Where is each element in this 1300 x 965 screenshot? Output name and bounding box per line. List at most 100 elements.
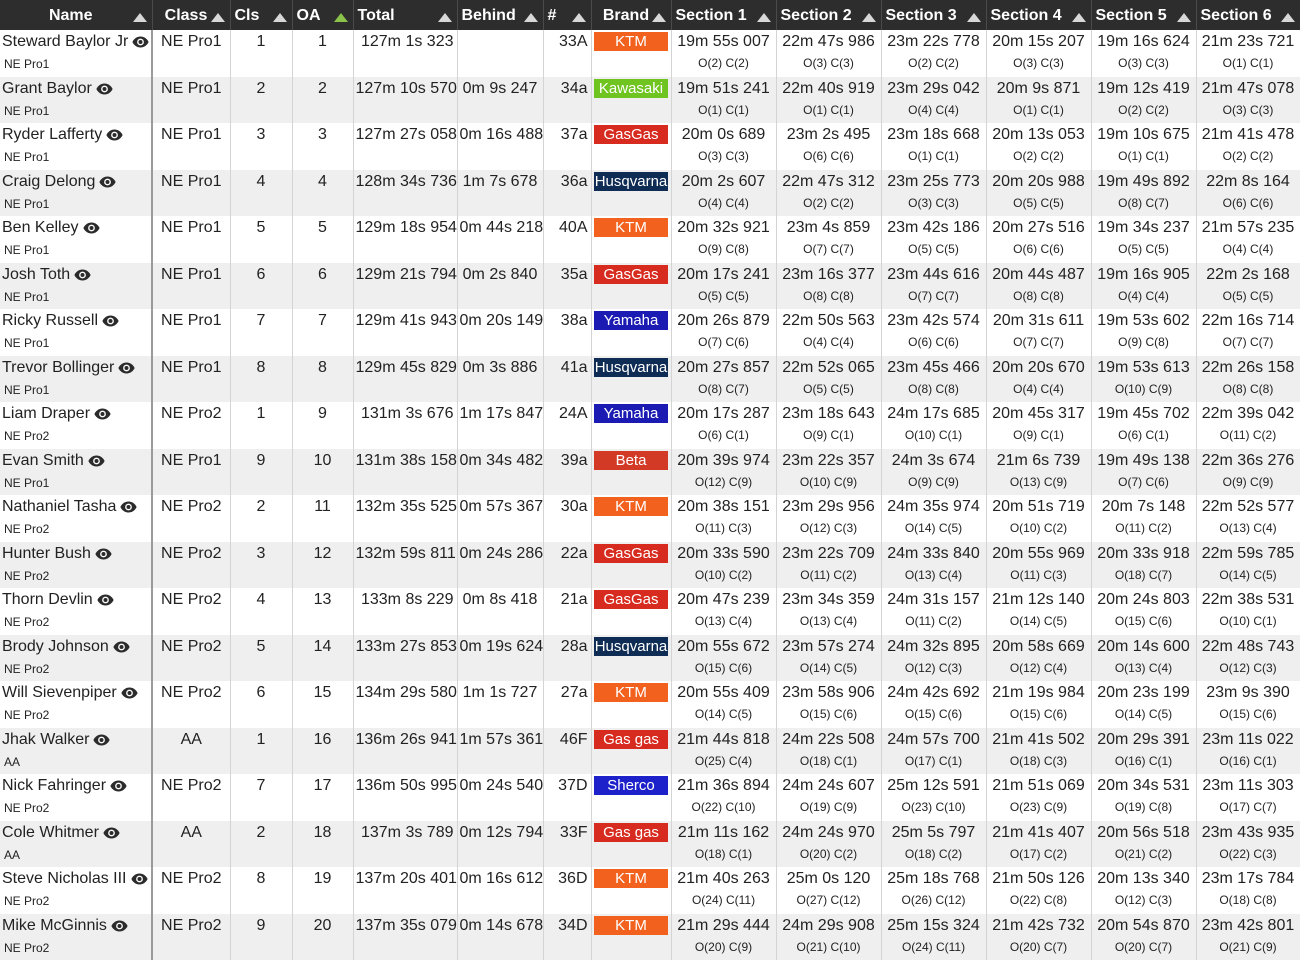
sort-arrow-icon[interactable]	[437, 13, 452, 22]
column-header-class[interactable]: Class	[152, 0, 231, 30]
rider-name-text[interactable]: Craig Delong	[2, 173, 95, 190]
column-header-section-5[interactable]: Section 5	[1091, 0, 1197, 30]
column-header-total[interactable]: Total	[353, 0, 458, 30]
eye-icon[interactable]	[94, 407, 111, 425]
overall-position-cell: 15	[292, 681, 354, 728]
column-header-section-1[interactable]: Section 1	[671, 0, 777, 30]
rider-name-text[interactable]: Cole Whitmer	[2, 824, 99, 841]
rider-name-text[interactable]: Ryder Lafferty	[2, 126, 102, 143]
rider-name[interactable]: Ricky Russell	[2, 312, 149, 332]
rider-name-text[interactable]: Hunter Bush	[2, 545, 91, 562]
rider-name-text[interactable]: Liam Draper	[2, 405, 90, 422]
section-time: 20m 27s 516	[992, 219, 1085, 236]
brand-cell: Yamaha	[591, 309, 672, 356]
eye-icon[interactable]	[132, 35, 149, 53]
sort-arrow-icon[interactable]	[1071, 13, 1086, 22]
column-header-cls[interactable]: Cls	[230, 0, 293, 30]
section-positions: O(3) C(3)	[1222, 102, 1274, 117]
rider-name[interactable]: Josh Toth	[2, 266, 149, 286]
column-header-oa[interactable]: OA	[292, 0, 354, 30]
total-time-cell: 128m 34s 736	[353, 169, 458, 216]
eye-icon[interactable]	[106, 128, 123, 146]
eye-icon[interactable]	[121, 686, 138, 704]
eye-icon[interactable]	[102, 314, 119, 332]
rider-name[interactable]: Craig Delong	[2, 173, 149, 193]
rider-name-text[interactable]: Ben Kelley	[2, 219, 79, 236]
column-header-section-2[interactable]: Section 2	[776, 0, 882, 30]
rider-name[interactable]: Liam Draper	[2, 405, 149, 425]
eye-icon[interactable]	[113, 640, 130, 658]
sort-arrow-icon[interactable]	[861, 13, 876, 22]
column-header-[interactable]: #	[543, 0, 592, 30]
eye-icon[interactable]	[82, 221, 100, 239]
rider-name-text[interactable]: Steve Nicholas III	[2, 870, 127, 887]
rider-name[interactable]: Mike McGinnis	[2, 917, 149, 937]
eye-icon[interactable]	[103, 826, 120, 844]
overall-position-cell: 4	[292, 169, 354, 216]
column-header-name[interactable]: Name	[0, 0, 153, 30]
section-time: 23m 2s 495	[786, 126, 871, 143]
eye-icon[interactable]	[88, 454, 105, 472]
rider-name-text[interactable]: Thorn Devlin	[2, 591, 93, 608]
sort-arrow-icon[interactable]	[651, 13, 666, 22]
rider-name-text[interactable]: Trevor Bollinger	[2, 359, 114, 376]
sort-arrow-icon[interactable]	[333, 13, 348, 22]
class-position: 1	[256, 730, 266, 748]
rider-name[interactable]: Nathaniel Tasha	[2, 498, 149, 518]
rider-name[interactable]: Steward Baylor Jr	[2, 33, 149, 53]
sort-arrow-icon[interactable]	[571, 13, 586, 22]
rider-name-text[interactable]: Josh Toth	[2, 266, 70, 283]
eye-icon[interactable]	[111, 919, 128, 937]
rider-name[interactable]: Nick Fahringer	[2, 777, 149, 797]
rider-name[interactable]: Ryder Lafferty	[2, 126, 149, 146]
rider-name[interactable]: Hunter Bush	[2, 545, 149, 565]
rider-name-text[interactable]: Steward Baylor Jr	[2, 33, 128, 50]
rider-name[interactable]: Grant Baylor	[2, 80, 149, 100]
rider-name[interactable]: Steve Nicholas III	[2, 870, 149, 890]
sort-arrow-icon[interactable]	[272, 13, 287, 22]
rider-name[interactable]: Evan Smith	[2, 452, 149, 472]
rider-name-text[interactable]: Grant Baylor	[2, 80, 92, 97]
eye-icon[interactable]	[93, 733, 111, 751]
rider-name-text[interactable]: Jhak Walker	[2, 731, 89, 748]
eye-icon[interactable]	[97, 593, 114, 611]
column-header-section-3[interactable]: Section 3	[881, 0, 987, 30]
eye-icon[interactable]	[110, 779, 127, 797]
eye-icon[interactable]	[130, 872, 148, 890]
sort-arrow-icon[interactable]	[210, 13, 225, 22]
sort-arrow-icon[interactable]	[756, 13, 771, 22]
rider-name[interactable]: Will Sievenpiper	[2, 684, 149, 704]
eye-icon[interactable]	[96, 82, 113, 100]
eye-icon[interactable]	[118, 361, 135, 379]
sort-arrow-icon[interactable]	[523, 13, 538, 22]
eye-icon[interactable]	[99, 175, 116, 193]
column-header-section-4[interactable]: Section 4	[986, 0, 1092, 30]
column-header-section-6[interactable]: Section 6	[1196, 0, 1300, 30]
rider-number-cell: 33F	[543, 820, 592, 867]
rider-name[interactable]: Trevor Bollinger	[2, 359, 149, 379]
section-positions: O(4) C(4)	[908, 102, 959, 117]
rider-name-text[interactable]: Mike McGinnis	[2, 917, 107, 934]
eye-icon[interactable]	[74, 268, 91, 286]
rider-name-text[interactable]: Nathaniel Tasha	[2, 498, 116, 515]
eye-icon[interactable]	[95, 547, 112, 565]
sort-arrow-icon[interactable]	[1280, 13, 1295, 22]
rider-name-text[interactable]: Will Sievenpiper	[2, 684, 117, 701]
column-header-brand[interactable]: Brand	[591, 0, 672, 30]
rider-name-text[interactable]: Brody Johnson	[2, 638, 109, 655]
sort-arrow-icon[interactable]	[1176, 13, 1191, 22]
rider-name-text[interactable]: Nick Fahringer	[2, 777, 106, 794]
rider-class-subtext: NE Pro1	[4, 103, 50, 118]
rider-name[interactable]: Cole Whitmer	[2, 824, 149, 844]
rider-name[interactable]: Jhak Walker	[2, 731, 149, 751]
eye-icon[interactable]	[120, 500, 138, 518]
column-header-behind[interactable]: Behind	[457, 0, 544, 30]
sort-arrow-icon[interactable]	[966, 13, 981, 22]
rider-name[interactable]: Brody Johnson	[2, 638, 149, 658]
rider-name-text[interactable]: Evan Smith	[2, 452, 84, 469]
sort-arrow-icon[interactable]	[132, 13, 147, 22]
rider-name-text[interactable]: Ricky Russell	[2, 312, 98, 329]
behind-time-cell: 0m 24s 286	[457, 541, 544, 588]
rider-name[interactable]: Thorn Devlin	[2, 591, 149, 611]
rider-name[interactable]: Ben Kelley	[2, 219, 149, 239]
